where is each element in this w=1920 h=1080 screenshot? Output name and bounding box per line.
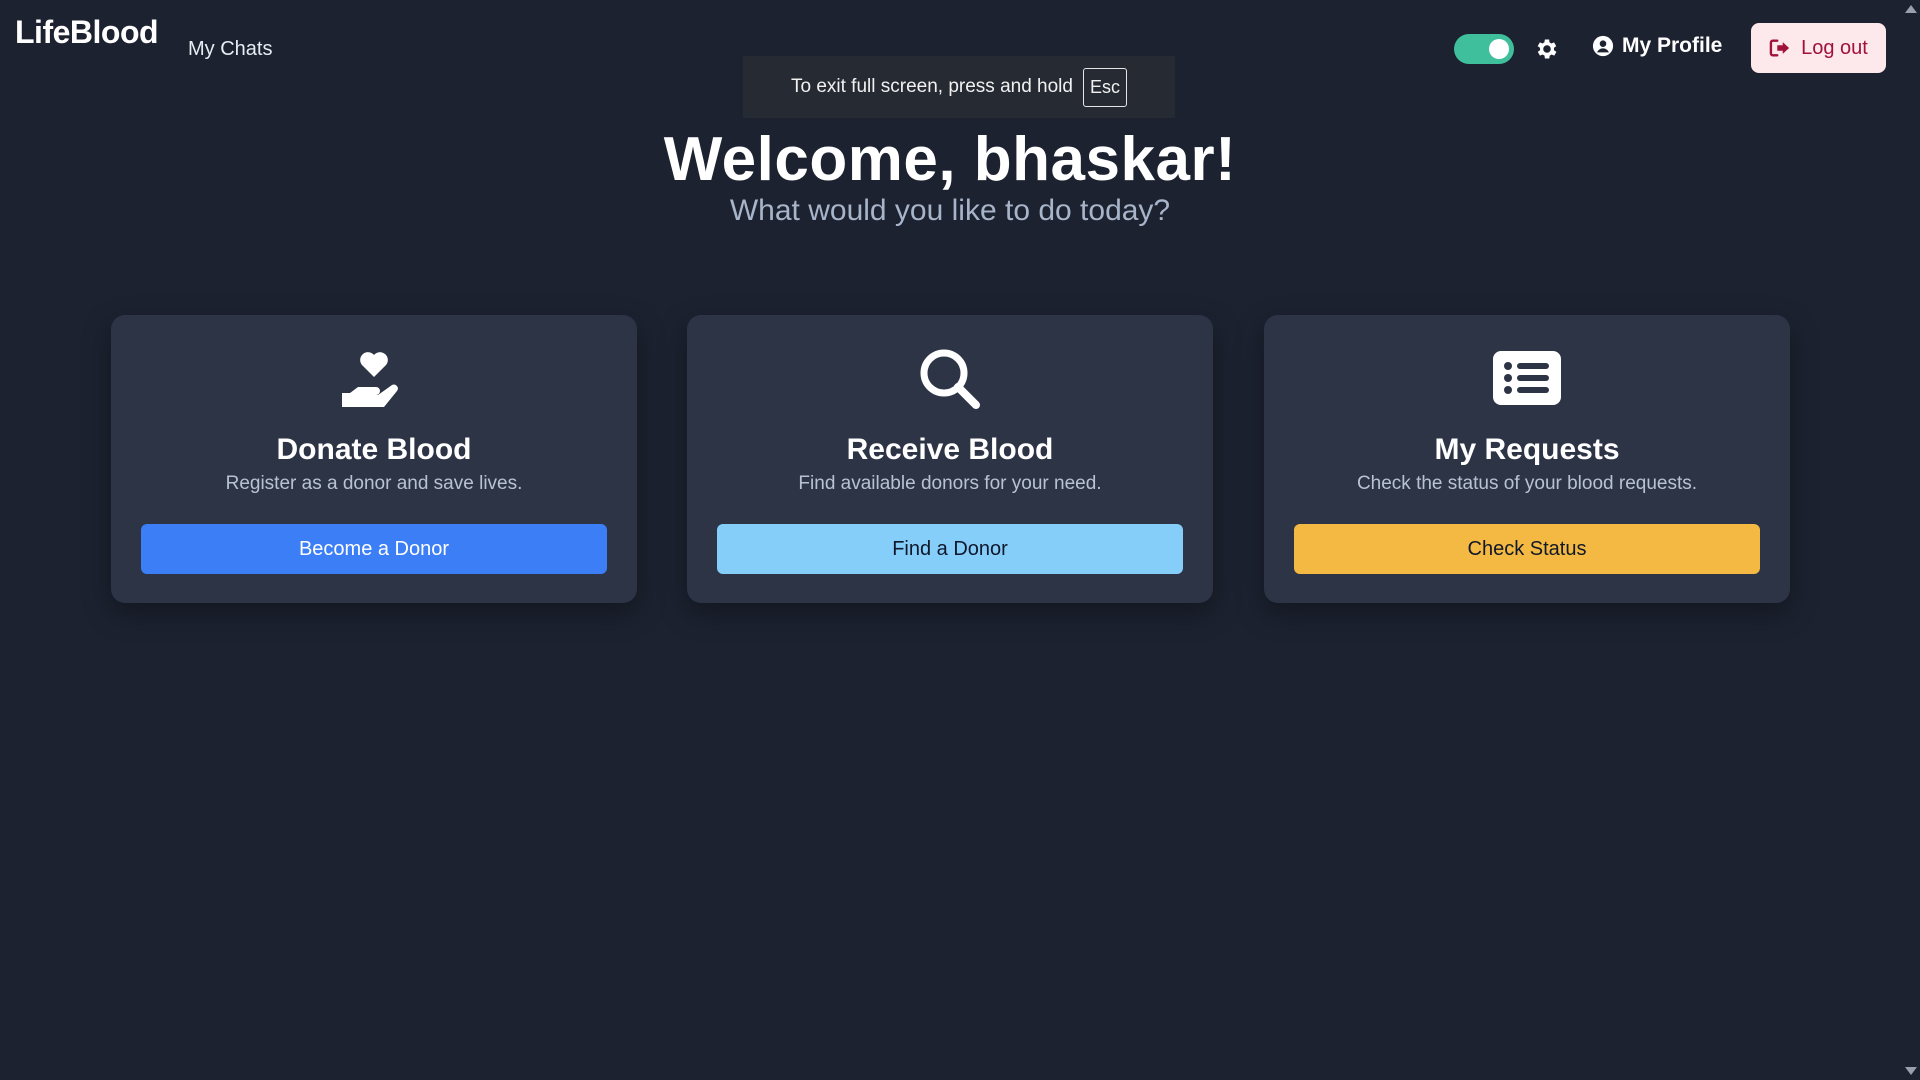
my-profile-label: My Profile [1622,34,1723,57]
user-circle-icon [1592,35,1614,57]
list-icon [1493,351,1561,405]
hand-heart-icon [342,352,398,407]
toggle-knob [1489,39,1509,59]
find-donor-button[interactable]: Find a Donor [717,524,1183,574]
logout-label: Log out [1801,36,1868,59]
gear-icon[interactable] [1534,36,1560,62]
theme-toggle[interactable] [1454,34,1514,64]
my-profile-link[interactable]: My Profile [1592,34,1722,58]
scroll-up-arrow-icon[interactable] [1905,5,1917,13]
scroll-down-arrow-icon[interactable] [1905,1067,1917,1075]
receive-blood-card: Receive Blood Find available donors for … [687,315,1213,603]
welcome-heading: Welcome, bhaskar! [663,125,1237,194]
card-description: Find available donors for your need. [798,473,1102,494]
sign-out-icon [1769,39,1790,57]
esc-key-badge: Esc [1082,67,1127,107]
donate-blood-card: Donate Blood Register as a donor and sav… [111,315,637,603]
card-description: Check the status of your blood requests. [1356,473,1698,494]
my-requests-card: My Requests Check the status of your blo… [1264,315,1790,603]
card-description: Register as a donor and save lives. [225,473,523,494]
brand-logo[interactable]: LifeBlood [15,14,159,51]
check-status-button[interactable]: Check Status [1294,524,1760,574]
welcome-subtitle: What would you like to do today? [729,194,1171,227]
card-title: My Requests [1434,433,1620,466]
vertical-scrollbar[interactable] [1901,0,1920,1080]
become-donor-button[interactable]: Become a Donor [141,524,607,574]
search-icon [920,349,980,409]
card-title: Donate Blood [276,433,472,466]
fullscreen-notice: To exit full screen, press and hold Esc [743,56,1175,118]
nav-my-chats[interactable]: My Chats [188,38,272,61]
card-title: Receive Blood [846,433,1054,466]
page: LifeBlood My Chats My Profile Log out To… [0,0,1920,1080]
fullscreen-notice-text: To exit full screen, press and hold [790,76,1073,97]
logout-button[interactable]: Log out [1751,23,1886,73]
